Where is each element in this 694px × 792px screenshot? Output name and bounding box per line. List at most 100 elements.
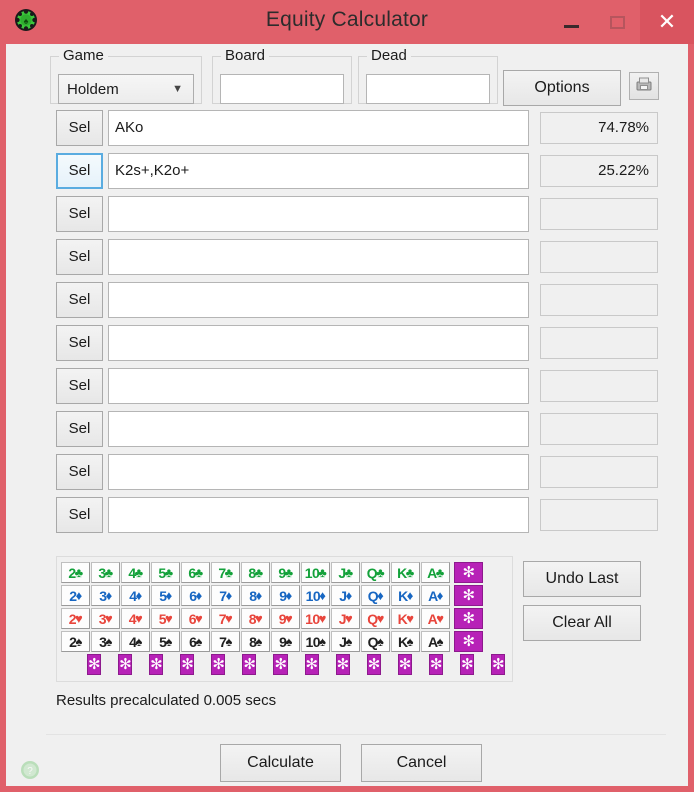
- card-10-spades[interactable]: 10 ♠: [301, 631, 330, 652]
- card-8-spades[interactable]: 8 ♠: [241, 631, 270, 652]
- clear-all-button[interactable]: Clear All: [523, 605, 641, 641]
- card-K-diamonds[interactable]: K ♦: [391, 585, 420, 606]
- card-9-spades[interactable]: 9 ♠: [271, 631, 300, 652]
- card-8-hearts[interactable]: 8 ♥: [241, 608, 270, 629]
- minimize-button[interactable]: [548, 0, 594, 44]
- wildcard-rank-2[interactable]: ✻: [118, 654, 133, 675]
- dead-input[interactable]: [366, 74, 490, 104]
- options-button[interactable]: Options: [503, 70, 621, 106]
- card-3-clubs[interactable]: 3 ♣: [91, 562, 120, 583]
- wildcard-rank-3[interactable]: ✻: [149, 654, 164, 675]
- card-A-hearts[interactable]: A ♥: [421, 608, 450, 629]
- card-Q-clubs[interactable]: Q ♣: [361, 562, 390, 583]
- wildcard-rank-9[interactable]: ✻: [335, 654, 350, 675]
- range-input-6[interactable]: [108, 324, 529, 361]
- card-5-clubs[interactable]: 5 ♣: [151, 562, 180, 583]
- card-7-diamonds[interactable]: 7 ♦: [211, 585, 240, 606]
- wildcard-rank-10[interactable]: ✻: [366, 654, 381, 675]
- card-Q-hearts[interactable]: Q ♥: [361, 608, 390, 629]
- card-2-diamonds[interactable]: 2 ♦: [61, 585, 90, 606]
- card-9-diamonds[interactable]: 9 ♦: [271, 585, 300, 606]
- game-select[interactable]: Holdem ▼: [58, 74, 194, 104]
- wildcard-rank-1[interactable]: ✻: [87, 654, 102, 675]
- range-input-5[interactable]: [108, 281, 529, 318]
- card-K-hearts[interactable]: K ♥: [391, 608, 420, 629]
- range-input-2[interactable]: [108, 152, 529, 189]
- card-10-diamonds[interactable]: 10 ♦: [301, 585, 330, 606]
- select-range-button-9[interactable]: Sel: [56, 453, 103, 490]
- card-6-spades[interactable]: 6 ♠: [181, 631, 210, 652]
- card-J-spades[interactable]: J ♠: [331, 631, 360, 652]
- select-range-button-7[interactable]: Sel: [56, 367, 103, 404]
- card-8-diamonds[interactable]: 8 ♦: [241, 585, 270, 606]
- calculate-button[interactable]: Calculate: [220, 744, 341, 782]
- card-7-spades[interactable]: 7 ♠: [211, 631, 240, 652]
- card-5-spades[interactable]: 5 ♠: [151, 631, 180, 652]
- select-range-button-6[interactable]: Sel: [56, 324, 103, 361]
- card-A-diamonds[interactable]: A ♦: [421, 585, 450, 606]
- card-8-clubs[interactable]: 8 ♣: [241, 562, 270, 583]
- card-A-spades[interactable]: A ♠: [421, 631, 450, 652]
- wildcard-hearts[interactable]: ✻: [454, 608, 483, 629]
- range-input-9[interactable]: [108, 453, 529, 490]
- card-7-clubs[interactable]: 7 ♣: [211, 562, 240, 583]
- wildcard-rank-7[interactable]: ✻: [273, 654, 288, 675]
- wildcard-rank-5[interactable]: ✻: [211, 654, 226, 675]
- select-range-button-10[interactable]: Sel: [56, 496, 103, 533]
- range-input-4[interactable]: [108, 238, 529, 275]
- select-range-button-3[interactable]: Sel: [56, 195, 103, 232]
- wildcard-diamonds[interactable]: ✻: [454, 585, 483, 606]
- card-5-diamonds[interactable]: 5 ♦: [151, 585, 180, 606]
- maximize-button[interactable]: [594, 0, 640, 44]
- card-Q-spades[interactable]: Q ♠: [361, 631, 390, 652]
- card-2-hearts[interactable]: 2 ♥: [61, 608, 90, 629]
- card-3-spades[interactable]: 3 ♠: [91, 631, 120, 652]
- save-button[interactable]: [629, 72, 659, 100]
- range-input-1[interactable]: [108, 109, 529, 146]
- card-A-clubs[interactable]: A ♣: [421, 562, 450, 583]
- card-Q-diamonds[interactable]: Q ♦: [361, 585, 390, 606]
- board-input[interactable]: [220, 74, 344, 104]
- card-7-hearts[interactable]: 7 ♥: [211, 608, 240, 629]
- wildcard-rank-8[interactable]: ✻: [304, 654, 319, 675]
- card-3-hearts[interactable]: 3 ♥: [91, 608, 120, 629]
- card-4-hearts[interactable]: 4 ♥: [121, 608, 150, 629]
- card-4-diamonds[interactable]: 4 ♦: [121, 585, 150, 606]
- wildcard-rank-4[interactable]: ✻: [180, 654, 195, 675]
- card-5-hearts[interactable]: 5 ♥: [151, 608, 180, 629]
- card-K-clubs[interactable]: K ♣: [391, 562, 420, 583]
- wildcard-clubs[interactable]: ✻: [454, 562, 483, 583]
- range-input-3[interactable]: [108, 195, 529, 232]
- select-range-button-1[interactable]: Sel: [56, 109, 103, 146]
- select-range-button-2[interactable]: Sel: [56, 152, 103, 189]
- undo-last-button[interactable]: Undo Last: [523, 561, 641, 597]
- wildcard-spades[interactable]: ✻: [454, 631, 483, 652]
- card-9-clubs[interactable]: 9 ♣: [271, 562, 300, 583]
- card-6-diamonds[interactable]: 6 ♦: [181, 585, 210, 606]
- wildcard-rank-6[interactable]: ✻: [242, 654, 257, 675]
- card-10-clubs[interactable]: 10 ♣: [301, 562, 330, 583]
- range-input-8[interactable]: [108, 410, 529, 447]
- select-range-button-5[interactable]: Sel: [56, 281, 103, 318]
- card-J-diamonds[interactable]: J ♦: [331, 585, 360, 606]
- range-input-7[interactable]: [108, 367, 529, 404]
- card-6-hearts[interactable]: 6 ♥: [181, 608, 210, 629]
- cancel-button[interactable]: Cancel: [361, 744, 482, 782]
- wildcard-rank-13[interactable]: ✻: [459, 654, 475, 675]
- card-4-clubs[interactable]: 4 ♣: [121, 562, 150, 583]
- card-2-clubs[interactable]: 2 ♣: [61, 562, 90, 583]
- select-range-button-8[interactable]: Sel: [56, 410, 103, 447]
- card-4-spades[interactable]: 4 ♠: [121, 631, 150, 652]
- card-10-hearts[interactable]: 10 ♥: [301, 608, 330, 629]
- card-J-clubs[interactable]: J ♣: [331, 562, 360, 583]
- card-6-clubs[interactable]: 6 ♣: [181, 562, 210, 583]
- help-icon[interactable]: ?: [20, 760, 40, 780]
- range-input-10[interactable]: [108, 496, 529, 533]
- card-9-hearts[interactable]: 9 ♥: [271, 608, 300, 629]
- card-K-spades[interactable]: K ♠: [391, 631, 420, 652]
- card-3-diamonds[interactable]: 3 ♦: [91, 585, 120, 606]
- select-range-button-4[interactable]: Sel: [56, 238, 103, 275]
- wildcard-rank-12[interactable]: ✻: [428, 654, 443, 675]
- wildcard-rank-11[interactable]: ✻: [397, 654, 412, 675]
- close-button[interactable]: ✕: [640, 0, 694, 44]
